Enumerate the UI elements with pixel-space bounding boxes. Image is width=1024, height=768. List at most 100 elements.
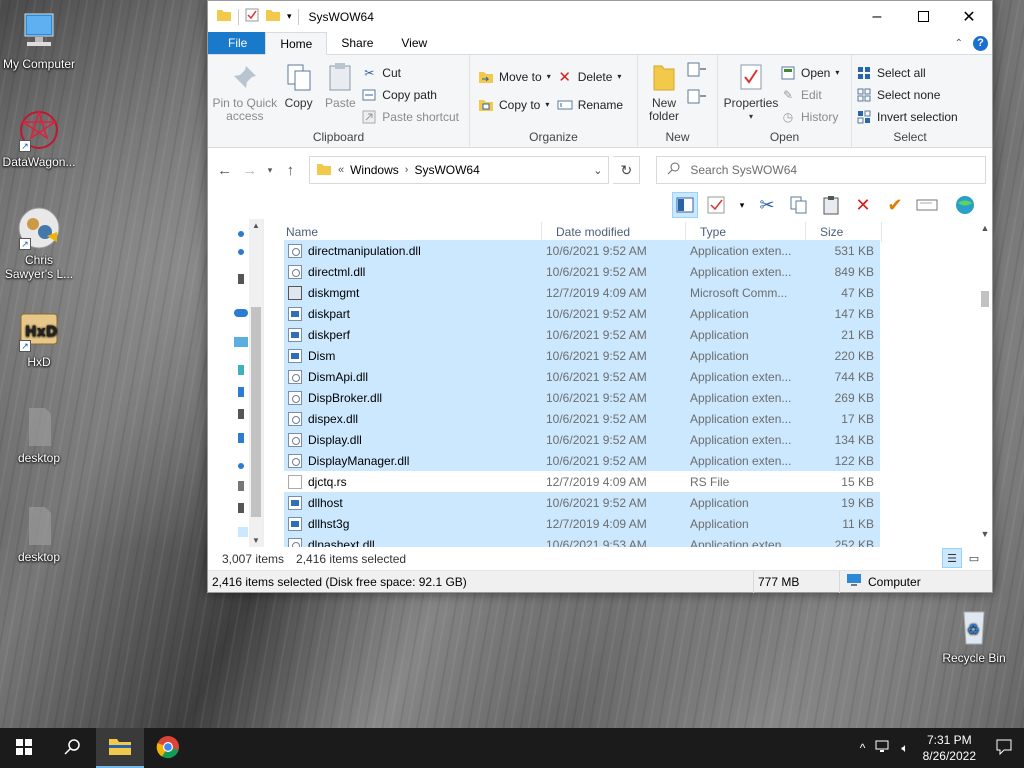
nav-item-icon[interactable] — [238, 249, 244, 255]
delete-button[interactable]: ✕ Delete ▾ — [557, 67, 629, 86]
copy-path-button[interactable]: Copy path — [361, 85, 465, 104]
nav-scrollbar-thumb[interactable] — [251, 307, 261, 517]
desktop-icon-hxd[interactable]: HxD ↗ HxD — [1, 308, 77, 369]
tab-file[interactable]: File — [208, 32, 266, 54]
properties-button[interactable]: Properties ▾ — [722, 59, 780, 129]
back-button[interactable]: ← — [214, 162, 235, 179]
breadcrumb-syswow64[interactable]: SysWOW64 — [414, 163, 479, 177]
taskbar-search-button[interactable] — [48, 728, 96, 768]
search-input[interactable]: Search SysWOW64 — [690, 163, 797, 177]
file-row[interactable]: dispex.dll 10/6/2021 9:52 AM Application e… — [284, 408, 880, 429]
chevron-right-icon[interactable]: › — [405, 164, 409, 176]
desktop-icon-desktop-2[interactable]: desktop — [1, 503, 77, 564]
file-list-scrollbar-thumb[interactable] — [981, 291, 989, 307]
nav-item-icon[interactable] — [238, 387, 244, 397]
rename-button[interactable]: Rename — [557, 95, 629, 114]
maximize-button[interactable] — [900, 1, 946, 32]
open-button[interactable]: Open ▾ — [780, 63, 845, 82]
file-row[interactable]: dllhst3g 12/7/2019 4:09 AM Application 11 K… — [284, 513, 880, 534]
properties-check-icon[interactable] — [704, 192, 730, 218]
copy-to-button[interactable]: Copy to ▾ — [478, 95, 557, 114]
address-dropdown-button[interactable]: ⌄ — [593, 164, 602, 177]
history-button[interactable]: ◷ History — [780, 107, 845, 126]
pin-quick-access-button[interactable]: Pin to Quick access — [212, 59, 278, 129]
nav-scrollbar[interactable]: ▲ ▼ — [249, 219, 263, 547]
checkmark-icon[interactable]: ✔ — [882, 192, 908, 218]
details-view-icon[interactable]: ☰ — [942, 548, 962, 568]
new-item-icon[interactable] — [686, 61, 708, 82]
overflow-chevron[interactable]: « — [338, 164, 344, 176]
chevron-up-icon[interactable]: ^ — [860, 741, 866, 755]
file-list-scrollbar[interactable]: ▲ ▼ — [978, 219, 992, 547]
rename-icon[interactable] — [914, 192, 940, 218]
file-row[interactable]: DismApi.dll 10/6/2021 9:52 AM Application … — [284, 366, 880, 387]
file-row[interactable]: DisplayManager.dll 10/6/2021 9:52 AM Appli… — [284, 450, 880, 471]
file-row[interactable]: directmanipulation.dll 10/6/2021 9:52 AM A… — [284, 240, 880, 261]
column-size[interactable]: Size — [806, 222, 882, 242]
nav-item-icon[interactable] — [238, 481, 244, 491]
tab-view[interactable]: View — [387, 32, 441, 54]
file-row[interactable]: DispBroker.dll 10/6/2021 9:52 AM Applicati… — [284, 387, 880, 408]
desktop-icon-chris-sawyer[interactable]: ↗ Chris Sawyer's L... — [1, 206, 77, 281]
breadcrumb-windows[interactable]: Windows — [350, 163, 399, 177]
network-icon[interactable] — [875, 740, 891, 757]
chevron-down-icon[interactable]: ▾ — [287, 11, 292, 22]
scroll-down-icon[interactable]: ▼ — [252, 536, 260, 545]
close-button[interactable]: ✕ — [946, 1, 992, 32]
preview-pane-icon[interactable] — [672, 192, 698, 218]
help-button[interactable]: ? — [973, 35, 988, 51]
large-icons-view-icon[interactable]: ▭ — [964, 548, 984, 568]
paste-shortcut-button[interactable]: Paste shortcut — [361, 107, 465, 126]
copy-icon[interactable] — [786, 192, 812, 218]
file-row[interactable]: dlnashext.dll 10/6/2021 9:53 AM Applicatio… — [284, 534, 880, 547]
tab-share[interactable]: Share — [327, 32, 387, 54]
delete-x-icon[interactable]: ✕ — [850, 192, 876, 218]
cut-button[interactable]: ✂ Cut — [361, 63, 465, 82]
this-pc-icon[interactable] — [234, 337, 248, 347]
recent-locations-button[interactable]: ▾ — [264, 165, 276, 176]
scissors-icon[interactable]: ✂ — [754, 192, 780, 218]
nav-item-icon[interactable] — [238, 463, 244, 469]
refresh-button[interactable]: ↻ — [613, 156, 641, 184]
taskbar-chrome[interactable] — [144, 728, 192, 768]
new-folder-button[interactable]: New folder — [642, 59, 686, 129]
address-bar[interactable]: « Windows › SysWOW64 ⌄ — [308, 156, 610, 184]
column-type[interactable]: Type — [686, 222, 806, 242]
minimize-button[interactable]: – — [854, 1, 900, 32]
desktop-icon-my-computer[interactable]: My Computer — [1, 10, 77, 71]
file-row[interactable]: diskmgmt 12/7/2019 4:09 AM Microsoft Comm.… — [284, 282, 880, 303]
search-box[interactable]: Search SysWOW64 — [656, 156, 986, 184]
globe-icon[interactable] — [952, 192, 978, 218]
onedrive-icon[interactable] — [234, 309, 248, 317]
file-row[interactable]: diskperf 10/6/2021 9:52 AM Application 21 K… — [284, 324, 880, 345]
select-all-button[interactable]: Select all — [856, 63, 964, 82]
up-button[interactable]: ↑ — [280, 162, 301, 179]
select-none-button[interactable]: Select none — [856, 85, 964, 104]
volume-icon[interactable]: 🔈︎ — [901, 741, 908, 756]
tab-home[interactable]: Home — [265, 32, 328, 55]
taskbar-file-explorer[interactable] — [96, 728, 144, 768]
chevron-up-icon[interactable]: ⌃ — [955, 38, 963, 49]
nav-item-icon[interactable] — [238, 274, 244, 284]
paste-icon[interactable] — [818, 192, 844, 218]
forward-button[interactable]: → — [239, 162, 260, 179]
move-to-button[interactable]: Move to ▾ — [478, 67, 557, 86]
file-row[interactable]: Display.dll 10/6/2021 9:52 AM Application … — [284, 429, 880, 450]
file-row[interactable]: diskpart 10/6/2021 9:52 AM Application 147 … — [284, 303, 880, 324]
new-folder-icon[interactable] — [265, 8, 281, 25]
nav-item-icon[interactable] — [238, 503, 244, 513]
start-button[interactable] — [0, 728, 48, 768]
notifications-icon[interactable] — [996, 739, 1012, 758]
nav-item-selected[interactable] — [238, 527, 248, 537]
edit-button[interactable]: ✎ Edit — [780, 85, 845, 104]
nav-item-icon[interactable] — [238, 409, 244, 419]
scroll-up-icon[interactable]: ▲ — [978, 223, 992, 237]
desktop-icon-recycle-bin[interactable]: ♻ Recycle Bin — [936, 604, 1012, 665]
copy-button[interactable]: Copy — [278, 59, 320, 129]
chevron-down-icon[interactable]: ▾ — [736, 192, 748, 218]
scroll-down-icon[interactable]: ▼ — [978, 529, 992, 543]
desktop-icon-datawagon[interactable]: ↗ DataWagon... — [1, 108, 77, 169]
downloads-icon[interactable] — [238, 433, 244, 443]
properties-check-icon[interactable] — [245, 8, 259, 25]
paste-button[interactable]: Paste — [319, 59, 361, 129]
